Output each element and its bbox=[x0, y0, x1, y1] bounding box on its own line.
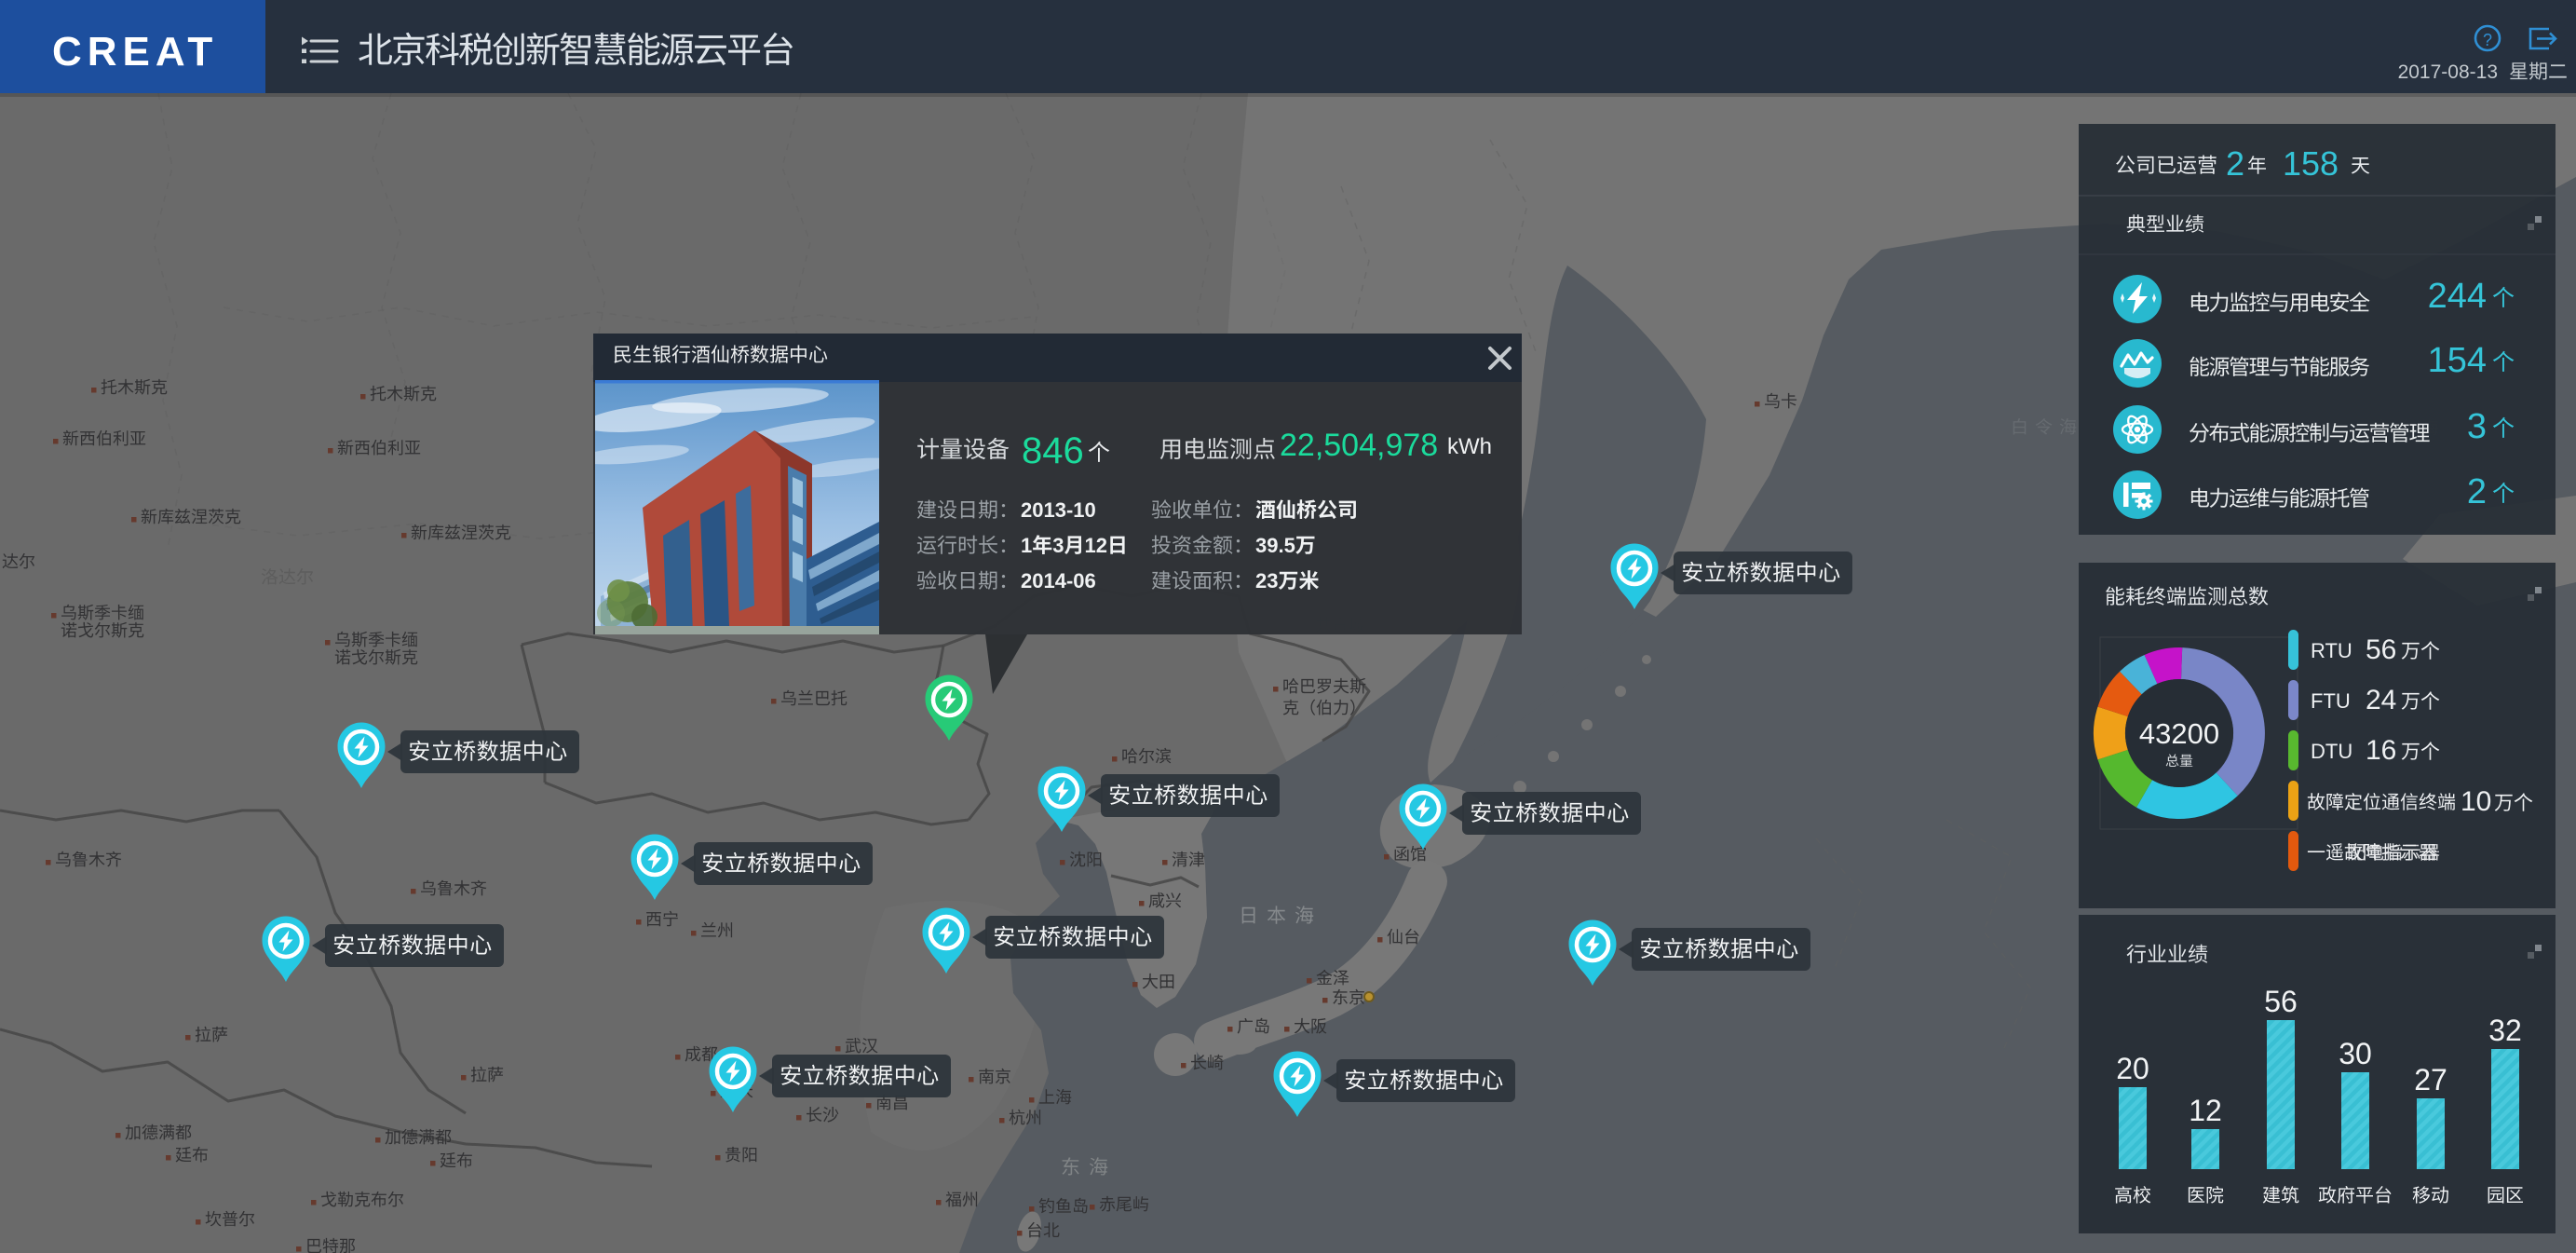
svg-text:32: 32 bbox=[2488, 1014, 2522, 1047]
svg-text:2014-06: 2014-06 bbox=[1021, 569, 1096, 592]
svg-text:22,504,978: 22,504,978 bbox=[1280, 428, 1438, 463]
svg-text:16: 16 bbox=[2366, 735, 2396, 766]
svg-text:CREAT: CREAT bbox=[52, 29, 218, 75]
svg-text:20: 20 bbox=[2116, 1052, 2149, 1085]
svg-text:56: 56 bbox=[2366, 634, 2396, 665]
svg-text:FTU: FTU bbox=[2311, 689, 2351, 713]
svg-text:158: 158 bbox=[2283, 144, 2339, 183]
svg-text:DTU: DTU bbox=[2311, 740, 2352, 763]
svg-text:244: 244 bbox=[2428, 277, 2487, 316]
svg-text:2: 2 bbox=[2226, 144, 2244, 183]
svg-text:43200: 43200 bbox=[2139, 717, 2219, 750]
svg-text:12: 12 bbox=[2189, 1094, 2222, 1127]
svg-text:39.5: 39.5 bbox=[1255, 534, 1295, 557]
svg-text:27: 27 bbox=[2414, 1063, 2447, 1096]
svg-text:56: 56 bbox=[2264, 985, 2298, 1018]
svg-text:2017-08-13: 2017-08-13 bbox=[2398, 61, 2498, 83]
svg-text:2013-10: 2013-10 bbox=[1021, 498, 1096, 522]
svg-text:30: 30 bbox=[2339, 1037, 2372, 1070]
svg-text:10: 10 bbox=[2461, 786, 2491, 817]
svg-text:3: 3 bbox=[1052, 534, 1064, 557]
svg-text:RTU: RTU bbox=[2311, 639, 2352, 662]
svg-text:846: 846 bbox=[1022, 430, 1084, 471]
svg-text:23: 23 bbox=[1255, 569, 1278, 592]
svg-text:3: 3 bbox=[2467, 407, 2487, 446]
svg-text:154: 154 bbox=[2428, 341, 2487, 380]
svg-text:24: 24 bbox=[2366, 685, 2396, 715]
svg-text:1: 1 bbox=[1021, 534, 1032, 557]
svg-text:?: ? bbox=[2483, 31, 2492, 49]
svg-text:2: 2 bbox=[2467, 472, 2487, 511]
svg-text:12: 12 bbox=[1085, 534, 1107, 557]
svg-text:kWh: kWh bbox=[1447, 434, 1492, 459]
